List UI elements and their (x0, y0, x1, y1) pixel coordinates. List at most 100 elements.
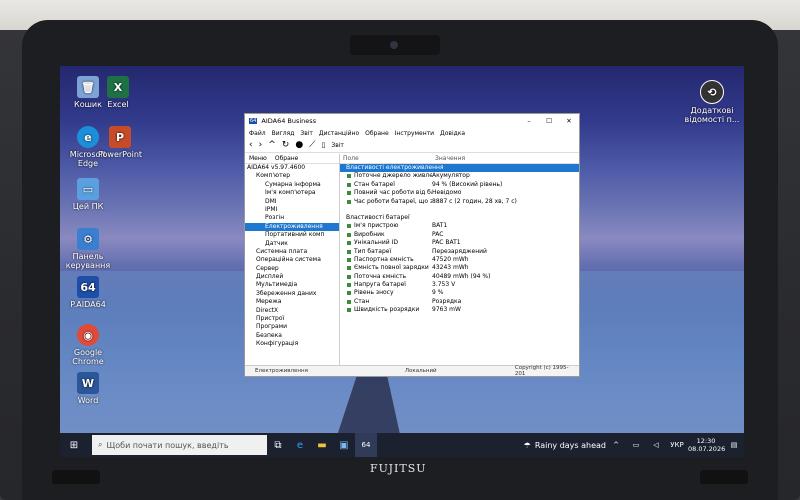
field-name: Час роботи батареї, що залиш... (340, 198, 432, 206)
tree-item[interactable]: DirectX (245, 307, 339, 315)
rain-icon: ☂ (523, 440, 531, 450)
tree-item[interactable]: Ім'я комп'ютера (245, 189, 339, 197)
tab-favorites[interactable]: Обране (275, 155, 299, 162)
desktop-icon-word[interactable]: W Word (60, 372, 116, 405)
detail-row[interactable]: Стан батареї 94 % (Високий рівень) (340, 181, 579, 189)
menu-view[interactable]: Вигляд (272, 130, 295, 137)
notifications-icon[interactable]: ▤ (724, 433, 744, 457)
field-value: 9763 mW (432, 306, 461, 314)
tree-item-selected[interactable]: Електроживлення (245, 222, 339, 232)
tree-item[interactable]: Програми (245, 323, 339, 331)
tree-item[interactable]: Системна плата (245, 248, 339, 256)
tree-item[interactable]: Збереження даних (245, 290, 339, 298)
desktop-icon-aida64[interactable]: 64 P.AIDA64 (60, 276, 116, 309)
title-bar[interactable]: 64 AIDA64 Business – ☐ ✕ (245, 114, 579, 128)
taskbar-edge-icon[interactable]: e (289, 433, 311, 457)
desktop-icon-this-pc[interactable]: ▭ Цей ПК (60, 178, 116, 211)
menu-report[interactable]: Звіт (300, 130, 313, 137)
clock[interactable]: 12:30 08.07.2026 (688, 437, 725, 453)
minimize-icon[interactable]: – (519, 117, 539, 125)
detail-row[interactable]: Напруга батареї 3.753 V (340, 281, 579, 289)
tree-item[interactable]: Конфігурація (245, 340, 339, 348)
search-icon: ⌕ (98, 440, 103, 449)
tree-item[interactable]: Сервер (245, 265, 339, 273)
taskbar-explorer-icon[interactable]: ▬ (311, 433, 333, 457)
field-value: 3.753 V (432, 281, 456, 289)
taskbar-store-icon[interactable]: ▣ (333, 433, 355, 457)
desktop-icon-powerpoint[interactable]: P PowerPoint (92, 126, 148, 159)
tree-item[interactable]: DMI (245, 198, 339, 206)
task-view-icon[interactable]: ⧉ (267, 433, 289, 457)
detail-row[interactable]: Повний час роботи від батареїНевідомо (340, 189, 579, 197)
aida64-window[interactable]: 64 AIDA64 Business – ☐ ✕ Файл Вигляд Зві… (244, 113, 580, 377)
network-icon[interactable]: ▭ (626, 433, 646, 457)
menu-help[interactable]: Довідка (440, 130, 465, 137)
tree-item[interactable]: Розгін (245, 214, 339, 222)
start-button[interactable]: ⊞ (60, 433, 88, 457)
tray-chevron-icon[interactable]: ^ (606, 433, 626, 457)
language-indicator[interactable]: УКР (666, 433, 688, 457)
tree-item[interactable]: Портативний комп (245, 231, 339, 239)
detail-row[interactable]: Тип батареї Перезаряджений (340, 248, 579, 256)
detail-row[interactable]: Поточне джерело живленняАкумулятор (340, 172, 579, 180)
tree-item[interactable]: Комп'ютер (245, 172, 339, 180)
volume-icon[interactable]: ◁ (646, 433, 666, 457)
field-value: Невідомо (432, 189, 462, 197)
menu-tools[interactable]: Інструменти (395, 130, 434, 137)
tree-item[interactable]: Операційна система (245, 256, 339, 264)
field-value: PAC (432, 230, 444, 238)
weather-widget[interactable]: ☂ Rainy days ahead (524, 441, 606, 450)
detail-row[interactable]: Ємність повної зарядки 43243 mWh (340, 264, 579, 272)
field-value: 9 % (432, 289, 444, 297)
desktop-icon-chrome[interactable]: ◉ Google Chrome (60, 324, 116, 366)
main-panes: Меню Обране AIDA64 v5.97.4600 Комп'ютер Су… (245, 154, 579, 366)
desktop-icon-control-panel[interactable]: ⚙ Панель керування (60, 228, 116, 270)
column-headers: Поле Значення (340, 154, 579, 164)
up-icon[interactable]: ^ (268, 140, 276, 150)
tree-item[interactable]: Дисплей (245, 273, 339, 281)
detail-row[interactable]: Поточна ємність 40489 mWh (94 %) (340, 273, 579, 281)
back-icon[interactable]: ‹ (249, 140, 253, 150)
report-doc-icon[interactable]: ▯ (321, 141, 325, 149)
detail-row[interactable]: Швидкість розрядки 9763 mW (340, 306, 579, 314)
user-icon[interactable]: ● (295, 140, 303, 150)
desktop-icon-info[interactable]: ⟲ Додаткові відомості п... (684, 80, 740, 124)
tree-item[interactable]: IPMI (245, 206, 339, 214)
col-field[interactable]: Поле (340, 154, 435, 163)
menu-file[interactable]: Файл (249, 130, 266, 137)
tree-item[interactable]: Мережа (245, 298, 339, 306)
detail-row[interactable]: Унікальний ID PAC BAT1 (340, 239, 579, 247)
tree-item[interactable]: Безпека (245, 332, 339, 340)
menu-remote[interactable]: Дистанційно (319, 130, 359, 137)
report-button[interactable]: Звіт (331, 142, 344, 149)
field-value: PAC BAT1 (432, 239, 461, 247)
detail-row[interactable]: Ім'я пристрою BAT1 (340, 222, 579, 230)
taskbar-aida64-icon[interactable]: 64 (355, 433, 377, 457)
detail-row[interactable]: Час роботи батареї, що залиш...8887 с (2… (340, 198, 579, 206)
detail-row[interactable]: Рівень зносу 9 % (340, 289, 579, 297)
field-value: Розрядка (432, 297, 462, 305)
close-icon[interactable]: ✕ (559, 117, 579, 125)
section-header[interactable]: Властивості електроживлення (340, 164, 579, 173)
detail-row[interactable]: Стан Розрядка (340, 298, 579, 306)
search-box[interactable]: ⌕ Щоби почати пошук, введіть (92, 435, 267, 455)
tree-item[interactable]: Пристрої (245, 315, 339, 323)
tree-item[interactable]: AIDA64 v5.97.4600 (245, 164, 339, 172)
detail-row[interactable]: Паспортна ємність 47520 mWh (340, 256, 579, 264)
col-value[interactable]: Значення (435, 154, 465, 163)
desktop-icon-excel[interactable]: X Excel (90, 76, 146, 109)
tree-item[interactable]: Сумарна інформа (245, 181, 339, 189)
tree-item[interactable]: Мультимедіа (245, 281, 339, 289)
menu-favorites[interactable]: Обране (365, 130, 389, 137)
maximize-icon[interactable]: ☐ (539, 117, 559, 125)
status-right: Copyright (c) 1995-201 (514, 365, 569, 377)
tree-item[interactable]: Датчик (245, 240, 339, 248)
refresh-icon[interactable]: ↻ (282, 140, 290, 150)
field-value: 8887 с (2 годин, 28 хв, 7 с) (432, 197, 517, 205)
section-header[interactable]: Властивості батареї (340, 214, 579, 222)
chart-icon[interactable]: ⟋ (309, 140, 315, 150)
forward-icon[interactable]: › (259, 140, 263, 150)
detail-row[interactable]: Виробник PAC (340, 231, 579, 239)
tab-menu[interactable]: Меню (249, 155, 267, 162)
powerpoint-icon: P (109, 126, 131, 148)
